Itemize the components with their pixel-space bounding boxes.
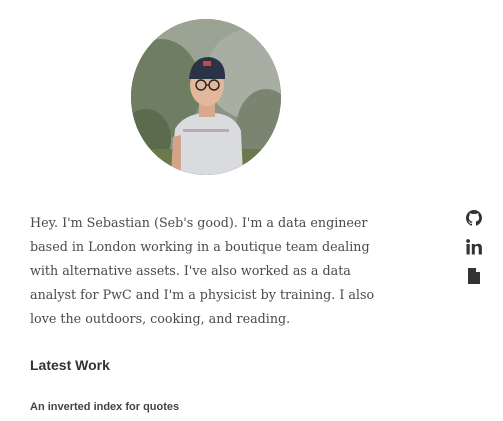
avatar xyxy=(131,19,281,175)
section-title-latest-work: Latest Work xyxy=(30,357,110,373)
profile-photo xyxy=(131,19,281,175)
work-item-link[interactable]: An inverted index for quotes xyxy=(30,401,179,413)
linkedin-icon xyxy=(466,239,482,255)
document-icon xyxy=(468,268,480,284)
linkedin-link[interactable] xyxy=(466,239,484,257)
bio-text: Hey. I'm Sebastian (Seb's good). I'm a d… xyxy=(30,215,375,326)
social-links xyxy=(466,210,484,297)
resume-link[interactable] xyxy=(466,268,484,286)
github-icon xyxy=(466,210,482,226)
github-link[interactable] xyxy=(466,210,484,228)
